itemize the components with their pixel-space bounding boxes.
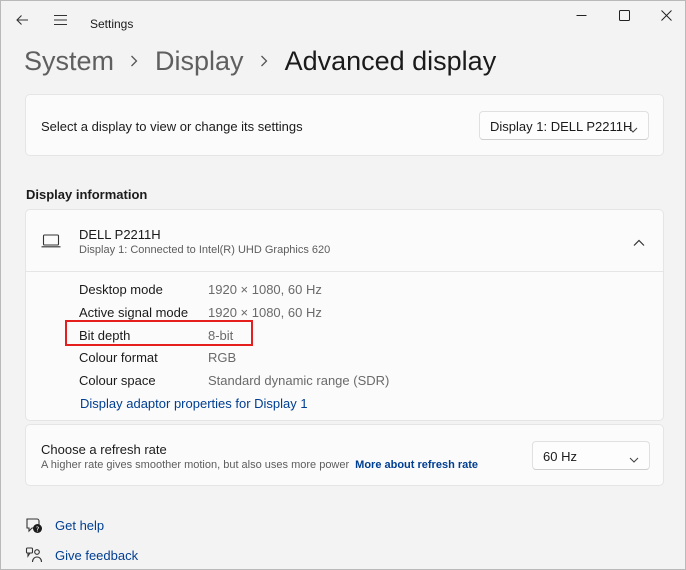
- refresh-rate-description: A higher rate gives smoother motion, but…: [41, 459, 478, 471]
- refresh-rate-card: Choose a refresh rate A higher rate give…: [25, 424, 664, 486]
- property-label: Active signal mode: [79, 305, 189, 320]
- display-dropdown[interactable]: Display 1: DELL P2211H: [479, 111, 649, 140]
- refresh-rate-dropdown[interactable]: 60 Hz: [532, 441, 650, 470]
- property-label: Desktop mode: [79, 282, 163, 297]
- bit-depth-highlight-box: [65, 320, 253, 346]
- monitor-header[interactable]: DELL P2211H Display 1: Connected to Inte…: [26, 210, 663, 272]
- refresh-rate-dropdown-value: 60 Hz: [543, 449, 577, 464]
- display-dropdown-value: Display 1: DELL P2211H: [490, 119, 633, 134]
- get-help-label: Get help: [55, 517, 105, 533]
- breadcrumb: System Display Advanced display: [24, 43, 496, 79]
- property-value: 1920 × 1080, 60 Hz: [208, 305, 322, 320]
- help-icon: ?: [25, 516, 43, 534]
- property-label: Colour space: [79, 373, 156, 388]
- monitor-name: DELL P2211H: [79, 227, 161, 242]
- title-bar: Settings: [1, 1, 685, 39]
- monitor-subtitle: Display 1: Connected to Intel(R) UHD Gra…: [79, 244, 331, 256]
- display-select-card: Select a display to view or change its s…: [25, 94, 664, 156]
- back-button[interactable]: [9, 9, 35, 35]
- minimize-icon: [576, 8, 587, 26]
- property-value: 1920 × 1080, 60 Hz: [208, 282, 322, 297]
- display-adaptor-properties-link[interactable]: Display adaptor properties for Display 1: [80, 396, 308, 411]
- more-about-refresh-rate-link[interactable]: More about refresh rate: [355, 459, 478, 471]
- give-feedback-label: Give feedback: [55, 547, 139, 563]
- display-information-heading: Display information: [26, 187, 148, 202]
- give-feedback-link[interactable]: Give feedback: [25, 546, 138, 564]
- back-arrow-icon: [15, 13, 29, 32]
- chevron-down-icon: [629, 451, 639, 466]
- svg-text:?: ?: [36, 525, 40, 533]
- chevron-right-icon: [260, 55, 268, 67]
- hamburger-menu-icon: [53, 13, 68, 31]
- display-select-label: Select a display to view or change its s…: [41, 119, 303, 134]
- display-information-card: DELL P2211H Display 1: Connected to Inte…: [25, 209, 664, 421]
- close-icon: [660, 8, 672, 26]
- minimize-button[interactable]: [558, 1, 604, 33]
- refresh-rate-title: Choose a refresh rate: [41, 442, 167, 457]
- navigation-menu-button[interactable]: [47, 9, 73, 35]
- chevron-right-icon: [130, 55, 138, 67]
- maximize-icon: [618, 8, 630, 26]
- chevron-down-icon: [628, 121, 638, 136]
- monitor-icon: [41, 234, 61, 253]
- settings-window: Settings System Display Advanced display: [0, 0, 686, 570]
- breadcrumb-system[interactable]: System: [24, 46, 114, 77]
- app-title: Settings: [90, 17, 134, 31]
- maximize-button[interactable]: [601, 1, 647, 33]
- get-help-link[interactable]: ? Get help: [25, 516, 104, 534]
- property-label: Colour format: [79, 350, 158, 365]
- property-value: RGB: [208, 350, 237, 365]
- property-value: Standard dynamic range (SDR): [208, 373, 390, 388]
- feedback-icon: [25, 546, 43, 564]
- page-title: Advanced display: [284, 45, 497, 76]
- refresh-rate-description-text: A higher rate gives smoother motion, but…: [41, 459, 350, 471]
- breadcrumb-display[interactable]: Display: [155, 46, 244, 77]
- chevron-up-icon[interactable]: [633, 234, 645, 252]
- close-button[interactable]: [643, 1, 686, 33]
